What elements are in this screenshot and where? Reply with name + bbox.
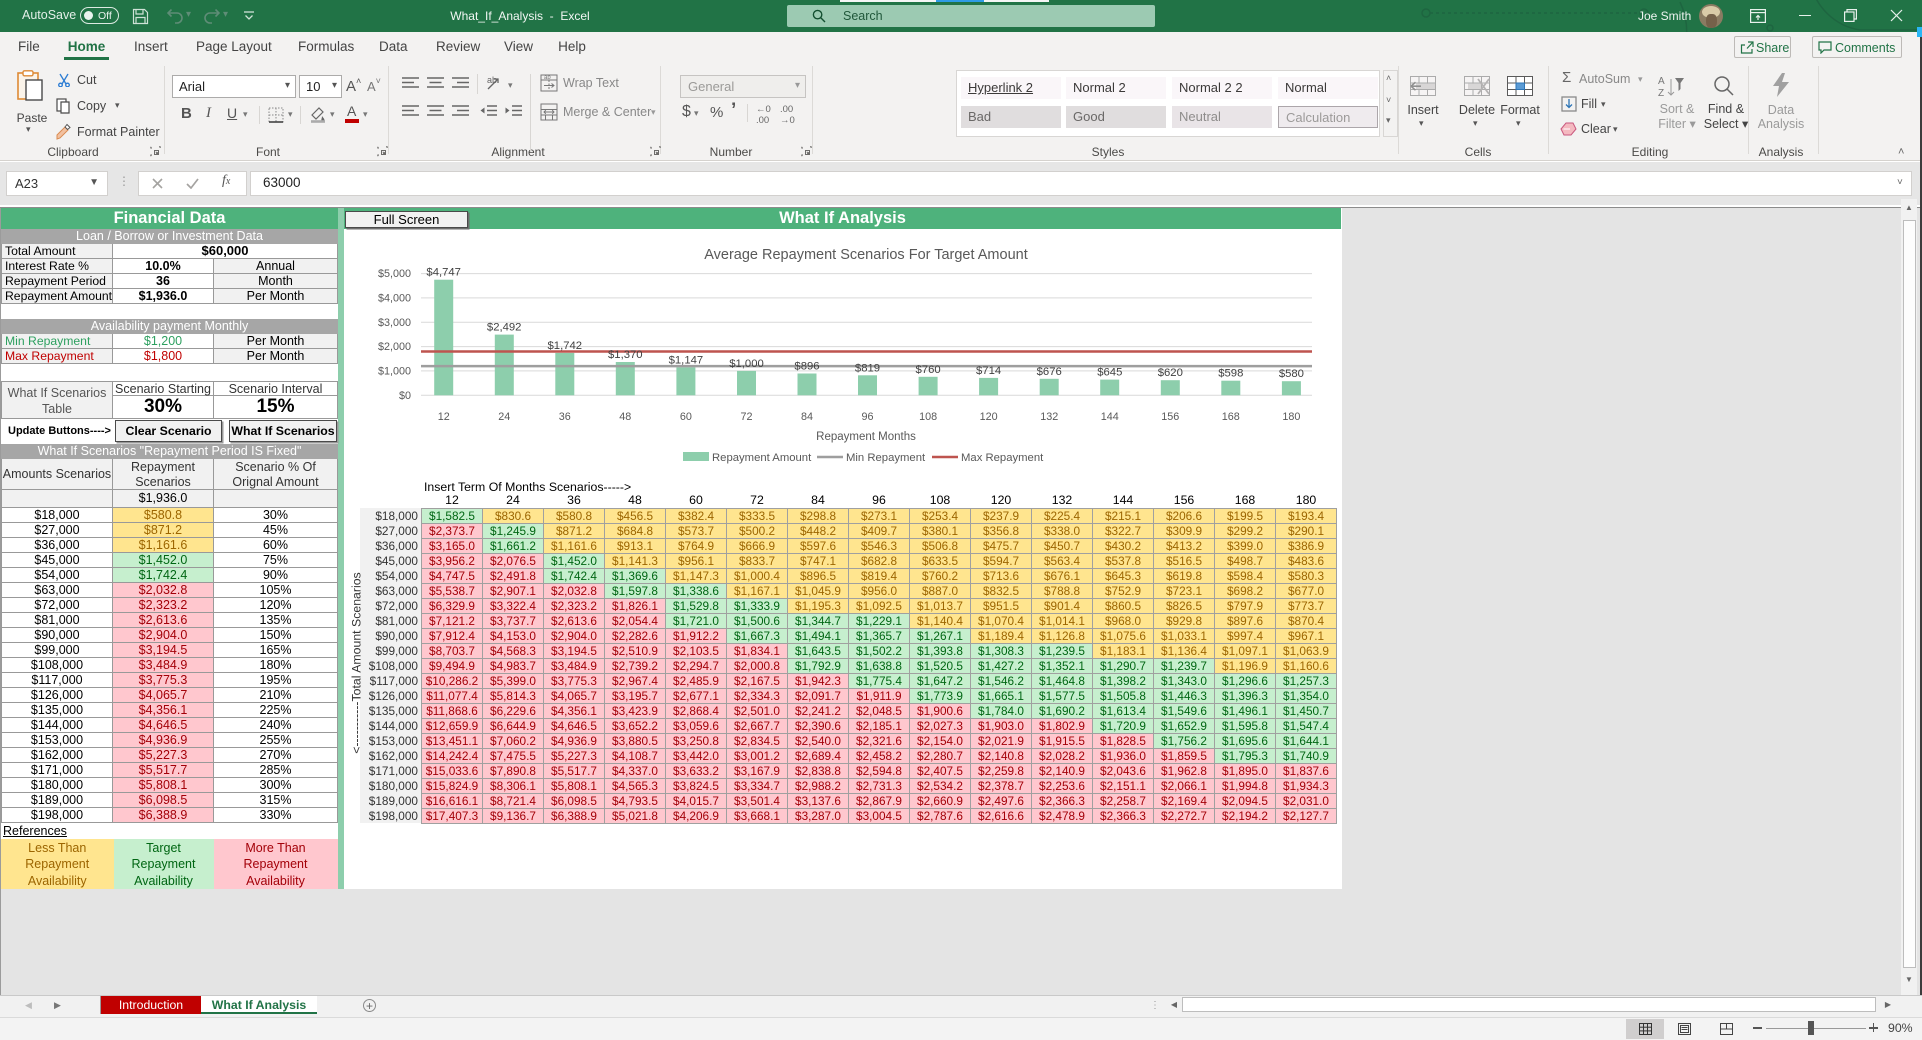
svg-text:72: 72 [740, 411, 752, 423]
svg-text:$0: $0 [399, 390, 411, 402]
svg-text:$1,000: $1,000 [378, 365, 411, 377]
svg-text:156: 156 [1161, 411, 1179, 423]
svg-text:$4,747: $4,747 [426, 267, 461, 279]
svg-text:96: 96 [861, 411, 873, 423]
svg-text:$760: $760 [916, 364, 941, 376]
svg-text:$819: $819 [855, 362, 880, 374]
svg-text:60: 60 [680, 411, 692, 423]
svg-text:A: A [1658, 76, 1665, 87]
svg-text:$1,000: $1,000 [729, 358, 764, 370]
svg-text:$1,742: $1,742 [548, 340, 583, 352]
svg-text:120: 120 [980, 411, 998, 423]
svg-text:$4,000: $4,000 [378, 292, 411, 304]
svg-text:$580: $580 [1279, 368, 1304, 380]
svg-text:$2,492: $2,492 [487, 322, 522, 334]
svg-text:ab: ab [487, 75, 497, 85]
svg-text:84: 84 [801, 411, 813, 423]
svg-text:168: 168 [1222, 411, 1240, 423]
svg-text:ab: ab [544, 75, 551, 81]
svg-text:144: 144 [1101, 411, 1119, 423]
svg-text:$5,000: $5,000 [378, 268, 411, 280]
svg-text:36: 36 [559, 411, 571, 423]
svg-text:$896: $896 [794, 361, 819, 373]
svg-text:$2,000: $2,000 [378, 341, 411, 353]
svg-text:Repayment Amount: Repayment Amount [712, 452, 812, 464]
svg-text:Max Repayment: Max Repayment [961, 452, 1044, 464]
svg-text:48: 48 [619, 411, 631, 423]
svg-text:180: 180 [1282, 411, 1300, 423]
svg-text:$1,147: $1,147 [669, 354, 704, 366]
svg-text:Min Repayment: Min Repayment [846, 452, 926, 464]
svg-text:24: 24 [498, 411, 510, 423]
svg-text:$620: $620 [1158, 367, 1183, 379]
svg-text:132: 132 [1040, 411, 1058, 423]
svg-text:$714: $714 [976, 365, 1001, 377]
svg-text:$1,370: $1,370 [608, 349, 643, 361]
svg-text:Z: Z [1658, 88, 1664, 98]
svg-text:12: 12 [438, 411, 450, 423]
svg-text:$645: $645 [1097, 367, 1122, 379]
svg-text:$3,000: $3,000 [378, 317, 411, 329]
svg-text:108: 108 [919, 411, 937, 423]
svg-text:$676: $676 [1037, 366, 1062, 378]
svg-text:Repayment Months: Repayment Months [816, 431, 916, 443]
svg-text:Average Repayment Scenarios Fo: Average Repayment Scenarios For Target A… [704, 247, 1027, 263]
svg-text:$598: $598 [1218, 368, 1243, 380]
